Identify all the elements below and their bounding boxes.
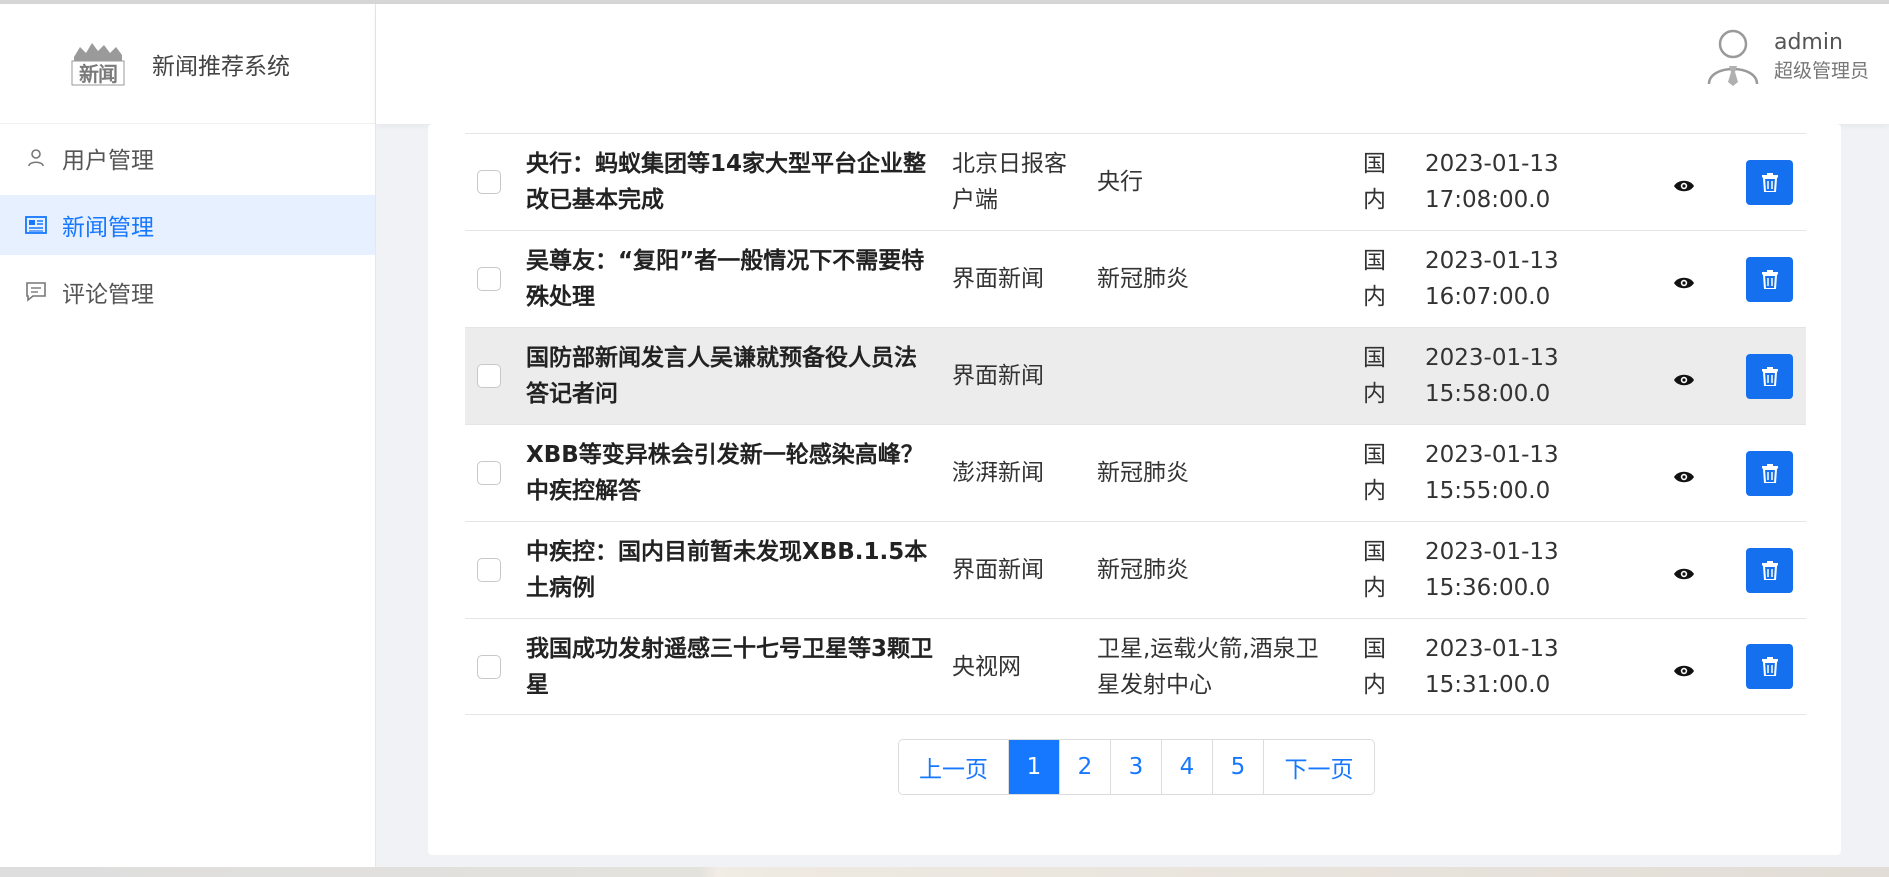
row-checkbox[interactable] xyxy=(477,364,501,388)
trash-icon xyxy=(1761,657,1778,676)
sidebar-item-label: 评论管理 xyxy=(62,282,154,308)
app-title: 新闻推荐系统 xyxy=(152,53,290,80)
trash-icon xyxy=(1761,269,1778,289)
news-time: 2023-01-13 15:31:00.0 xyxy=(1425,635,1559,698)
delete-button[interactable] xyxy=(1746,644,1793,689)
table-row: XBB等变异株会引发新一轮感染高峰？中疾控解答 澎湃新闻 新冠肺炎 国内 202… xyxy=(465,424,1806,521)
table-row: 央行：蚂蚁集团等14家大型平台企业整改已基本完成 北京日报客户端 央行 国内 2… xyxy=(465,133,1806,230)
sidebar-item-label: 新闻管理 xyxy=(62,215,154,241)
page-1-button[interactable]: 1 xyxy=(1009,740,1060,794)
row-checkbox[interactable] xyxy=(477,654,501,679)
delete-button[interactable] xyxy=(1746,450,1793,496)
news-region: 国内 xyxy=(1363,248,1386,310)
news-source: 界面新闻 xyxy=(952,266,1044,292)
eye-icon[interactable] xyxy=(1673,271,1695,289)
news-title: XBB等变异株会引发新一轮感染高峰？中疾控解答 xyxy=(526,442,924,504)
table-row: 我国成功发射遥感三十七号卫星等3颗卫星 央视网 卫星,运载火箭,酒泉卫星发射中心… xyxy=(465,618,1806,715)
user-name: admin xyxy=(1773,30,1843,55)
news-region: 国内 xyxy=(1363,539,1386,601)
news-tags: 新冠肺炎 xyxy=(1097,460,1189,486)
page-5-button[interactable]: 5 xyxy=(1213,740,1264,794)
eye-icon[interactable] xyxy=(1673,174,1695,192)
user-avatar-icon xyxy=(1704,26,1762,86)
prev-page-button[interactable]: 上一页 xyxy=(899,740,1009,794)
trash-icon xyxy=(1761,463,1778,483)
news-time: 2023-01-13 17:08:00.0 xyxy=(1425,151,1559,213)
eye-icon[interactable] xyxy=(1673,368,1695,386)
news-time: 2023-01-13 15:55:00.0 xyxy=(1425,442,1559,504)
table-row: 中疾控：国内目前暂未发现XBB.1.5本土病例 界面新闻 新冠肺炎 国内 202… xyxy=(465,521,1806,618)
bottom-edge xyxy=(0,867,1889,877)
delete-button[interactable] xyxy=(1746,256,1793,302)
page-2-button[interactable]: 2 xyxy=(1060,740,1111,794)
news-title: 吴尊友：“复阳”者一般情况下不需要特殊处理 xyxy=(526,248,925,310)
news-source: 澎湃新闻 xyxy=(952,460,1044,486)
news-tags: 卫星,运载火箭,酒泉卫星发射中心 xyxy=(1097,635,1319,698)
news-panel: 央行：蚂蚁集团等14家大型平台企业整改已基本完成 北京日报客户端 央行 国内 2… xyxy=(428,124,1841,855)
user-menu[interactable]: admin 超级管理员 xyxy=(1704,26,1869,86)
news-time: 2023-01-13 15:36:00.0 xyxy=(1425,539,1559,601)
user-role: 超级管理员 xyxy=(1773,60,1869,82)
news-tags: 央行 xyxy=(1097,169,1143,195)
news-region: 国内 xyxy=(1363,635,1386,698)
news-source: 界面新闻 xyxy=(952,557,1044,583)
delete-button[interactable] xyxy=(1746,353,1793,399)
news-tags: 新冠肺炎 xyxy=(1097,266,1189,292)
eye-icon[interactable] xyxy=(1673,465,1695,483)
news-region: 国内 xyxy=(1363,151,1386,213)
user-info: admin 超级管理员 xyxy=(1774,28,1869,84)
news-title: 国防部新闻发言人吴谦就预备役人员法答记者问 xyxy=(526,345,917,407)
news-source: 界面新闻 xyxy=(952,363,1044,389)
logo-text: 新闻 xyxy=(79,61,118,86)
delete-button[interactable] xyxy=(1746,159,1793,205)
page-4-button[interactable]: 4 xyxy=(1162,740,1213,794)
news-title: 中疾控：国内目前暂未发现XBB.1.5本土病例 xyxy=(526,539,928,601)
news-time: 2023-01-13 15:58:00.0 xyxy=(1425,345,1559,407)
brand: 新闻 新闻推荐系统 xyxy=(0,4,375,124)
news-source: 北京日报客户端 xyxy=(952,151,1067,213)
news-region: 国内 xyxy=(1363,442,1386,504)
news-source: 央视网 xyxy=(952,653,1021,680)
sidebar-item-users[interactable]: 用户管理 xyxy=(0,128,375,188)
table-row: 吴尊友：“复阳”者一般情况下不需要特殊处理 界面新闻 新冠肺炎 国内 2023-… xyxy=(465,230,1806,327)
top-header: admin 超级管理员 xyxy=(376,4,1889,124)
row-checkbox[interactable] xyxy=(477,461,501,485)
sidebar: 新闻 新闻推荐系统 用户管理 新闻管理 评论管理 xyxy=(0,4,376,877)
comment-icon xyxy=(24,280,48,304)
sidebar-item-comments[interactable]: 评论管理 xyxy=(0,262,375,322)
news-title: 央行：蚂蚁集团等14家大型平台企业整改已基本完成 xyxy=(526,151,927,213)
sidebar-item-news[interactable]: 新闻管理 xyxy=(0,195,375,255)
pagination: 上一页 1 2 3 4 5 下一页 xyxy=(898,739,1375,795)
news-logo: 新闻 xyxy=(70,39,126,89)
next-page-button[interactable]: 下一页 xyxy=(1264,740,1374,794)
news-title: 我国成功发射遥感三十七号卫星等3颗卫星 xyxy=(526,635,934,698)
news-region: 国内 xyxy=(1363,345,1386,407)
row-checkbox[interactable] xyxy=(477,170,501,194)
news-time: 2023-01-13 16:07:00.0 xyxy=(1425,248,1559,310)
row-checkbox[interactable] xyxy=(477,558,501,582)
row-checkbox[interactable] xyxy=(477,267,501,291)
trash-icon xyxy=(1761,560,1778,580)
newspaper-icon xyxy=(24,213,48,237)
sidebar-menu: 用户管理 新闻管理 评论管理 xyxy=(0,128,375,322)
table-row: 国防部新闻发言人吴谦就预备役人员法答记者问 界面新闻 国内 2023-01-13… xyxy=(465,327,1806,424)
page-3-button[interactable]: 3 xyxy=(1111,740,1162,794)
trash-icon xyxy=(1761,366,1778,386)
sidebar-item-label: 用户管理 xyxy=(62,148,154,174)
user-icon xyxy=(24,146,48,170)
trash-icon xyxy=(1761,172,1778,192)
eye-icon[interactable] xyxy=(1673,562,1695,580)
eye-icon[interactable] xyxy=(1673,659,1695,676)
news-tags: 新冠肺炎 xyxy=(1097,557,1189,583)
news-table: 央行：蚂蚁集团等14家大型平台企业整改已基本完成 北京日报客户端 央行 国内 2… xyxy=(465,133,1806,715)
delete-button[interactable] xyxy=(1746,547,1793,593)
